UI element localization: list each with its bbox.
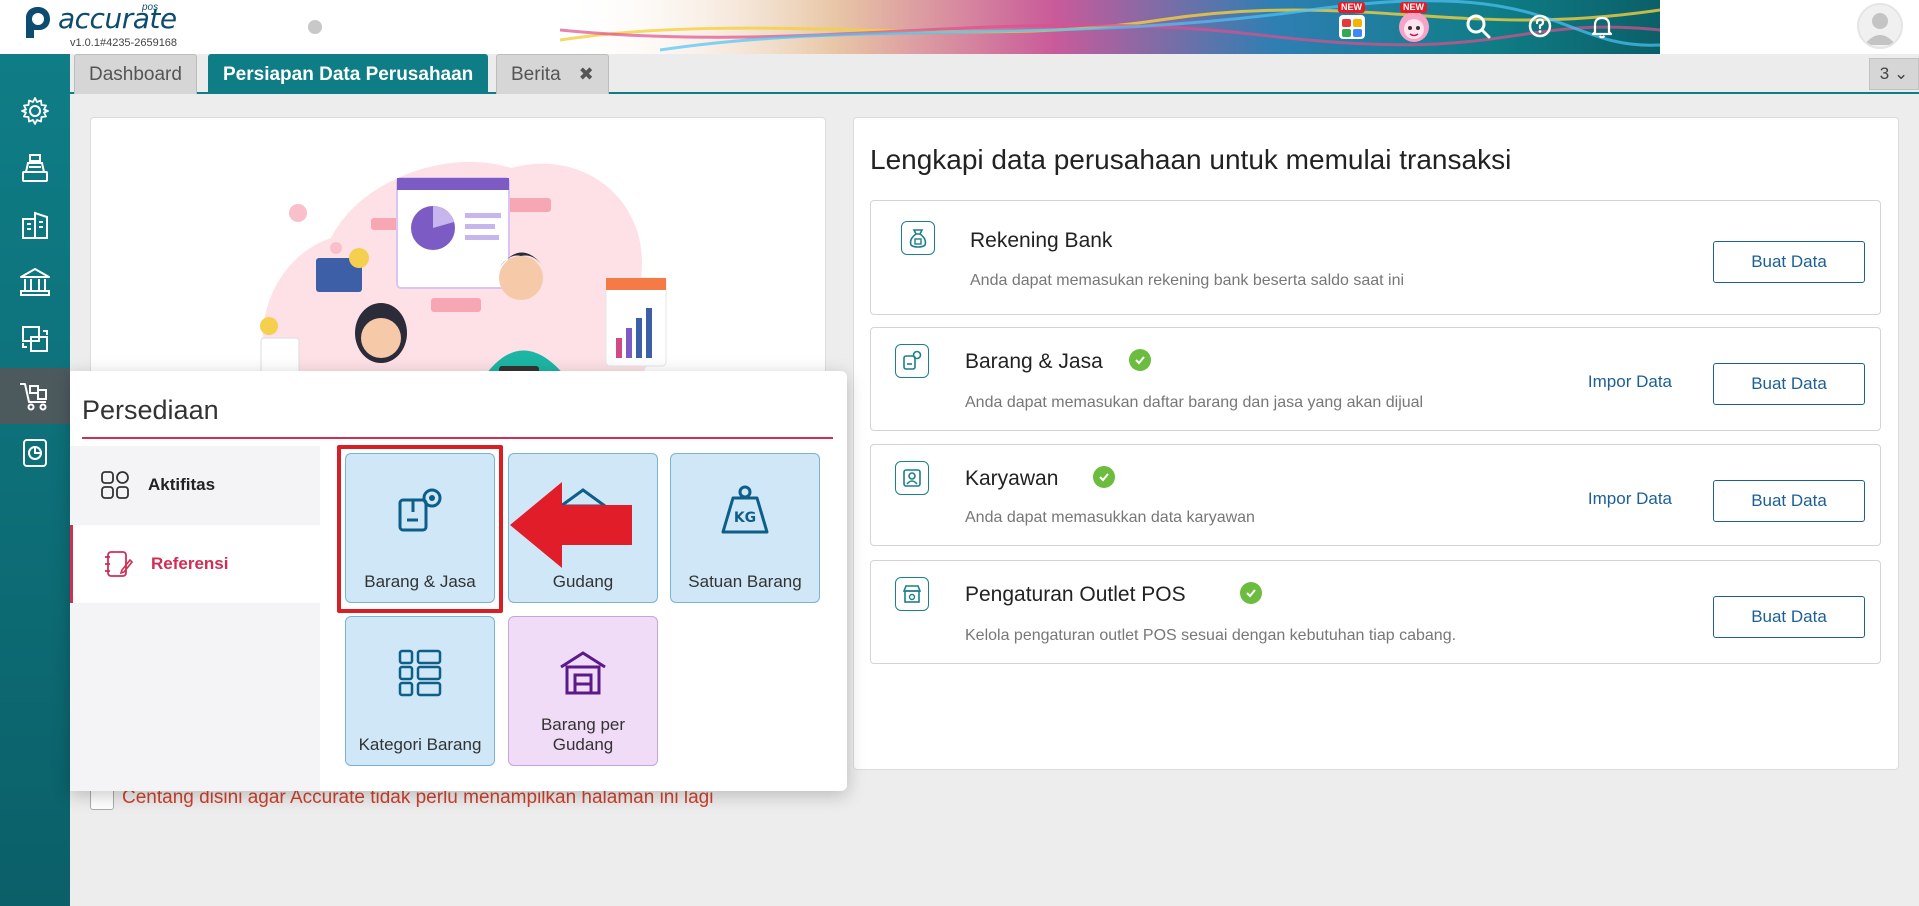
user-name[interactable]: Wangiin.id	[1738, 4, 1835, 28]
tile-label: Satuan Barang	[688, 572, 802, 591]
new-badge: NEW	[1400, 2, 1427, 13]
buat-data-button[interactable]: Buat Data	[1713, 241, 1865, 283]
setup-checklist-card: Lengkapi data perusahaan untuk memulai t…	[853, 117, 1899, 770]
row-title: Pengaturan Outlet POS	[965, 583, 1186, 606]
flyout-category-aktifitas[interactable]: Aktifitas	[70, 446, 320, 524]
avatar-icon	[1864, 13, 1896, 45]
cash-register-icon	[22, 154, 48, 182]
tile-label: Kategori Barang	[358, 735, 482, 754]
row-description: Anda dapat memasukan daftar barang dan j…	[965, 394, 1424, 411]
status-dot	[308, 20, 322, 34]
row-description: Anda dapat memasukkan data karyawan	[965, 509, 1255, 526]
tab-count-dropdown[interactable]: 3 ⌄	[1869, 58, 1919, 90]
accurate-logo-icon	[26, 7, 50, 38]
sidebar-item-transfer[interactable]	[0, 311, 70, 367]
impor-data-link[interactable]: Impor Data	[1588, 489, 1672, 509]
building-icon	[22, 211, 48, 239]
flyout-title: Persediaan	[82, 395, 219, 425]
help-button[interactable]	[1522, 8, 1558, 44]
flyout-category-list: Aktifitas Referensi	[70, 446, 320, 791]
sidebar-item-bank[interactable]	[0, 254, 70, 310]
row-description: Anda dapat memasukan rekening bank beser…	[970, 272, 1405, 289]
highlight-box	[337, 445, 503, 613]
sidebar-item-settings[interactable]	[0, 83, 70, 139]
tile-barang-per-gudang[interactable]: Barang per Gudang	[508, 616, 658, 766]
completed-check-icon	[1093, 466, 1115, 488]
checklist-row-karyawan: Karyawan Anda dapat memasukkan data kary…	[870, 444, 1881, 546]
mascot-button[interactable]: NEW	[1396, 2, 1432, 44]
row-title: Barang & Jasa	[965, 350, 1103, 373]
flyout-category-label: Referensi	[151, 554, 229, 573]
buat-data-button[interactable]: Buat Data	[1713, 363, 1865, 405]
tab-label: Persiapan Data Perusahaan	[223, 63, 474, 85]
product-icon	[895, 344, 929, 378]
tile-label: Gudang	[552, 572, 614, 591]
tab-dashboard[interactable]: Dashboard	[74, 54, 197, 94]
outlet-icon	[895, 577, 929, 611]
logo-text: accurate	[58, 2, 177, 35]
flyout-category-referensi[interactable]: Referensi	[70, 525, 320, 603]
completed-check-icon	[1240, 582, 1262, 604]
tile-satuan-barang[interactable]: KG Satuan Barang	[670, 453, 820, 603]
checklist-row-rekening-bank: Rekening Bank Anda dapat memasukan reken…	[870, 200, 1881, 315]
completed-check-icon	[1129, 349, 1151, 371]
search-icon	[1466, 14, 1491, 39]
tab-label: Dashboard	[89, 63, 182, 85]
grid-icon	[98, 468, 132, 502]
checklist-row-outlet-pos: Pengaturan Outlet POS Kelola pengaturan …	[870, 560, 1881, 664]
flyout-category-label: Aktifitas	[148, 475, 216, 494]
help-icon	[1528, 14, 1552, 38]
checklist-row-barang-jasa: Barang & Jasa Anda dapat memasukan dafta…	[870, 327, 1881, 431]
illustration-image	[260, 161, 667, 398]
flyout-divider	[82, 437, 833, 439]
app-header: accurate pos v1.0.1#4235-2659168 NEW NEW	[0, 0, 1919, 54]
impor-data-link[interactable]: Impor Data	[1588, 372, 1672, 392]
close-icon[interactable]: ✖	[579, 64, 594, 85]
app-version: v1.0.1#4235-2659168	[70, 37, 178, 49]
tab-label: Berita	[511, 63, 561, 85]
mascot-icon	[1399, 12, 1429, 42]
sidebar-item-company[interactable]	[0, 197, 70, 253]
weight-kg-icon: KG	[715, 480, 775, 540]
tab-persiapan-data[interactable]: Persiapan Data Perusahaan	[208, 54, 489, 94]
pointer-arrow-icon	[510, 482, 632, 568]
main-sidebar	[0, 54, 70, 906]
buat-data-button[interactable]: Buat Data	[1713, 596, 1865, 638]
bank-icon	[20, 268, 50, 296]
transfer-icon	[22, 326, 48, 352]
search-button[interactable]	[1460, 8, 1496, 44]
bell-icon	[1591, 16, 1613, 39]
apps-button[interactable]: NEW	[1334, 2, 1370, 44]
row-title: Rekening Bank	[970, 229, 1113, 252]
user-role: Tiara	[1801, 29, 1835, 46]
buat-data-button[interactable]: Buat Data	[1713, 480, 1865, 522]
tab-bar: Dashboard Persiapan Data Perusahaan Beri…	[70, 54, 1919, 94]
report-icon	[23, 439, 47, 467]
row-description: Kelola pengaturan outlet POS sesuai deng…	[965, 627, 1457, 644]
warehouse-stock-icon	[553, 643, 613, 703]
notification-button[interactable]	[1584, 8, 1620, 44]
settings-icon	[21, 97, 49, 125]
money-bag-icon	[901, 221, 935, 255]
sidebar-item-sales[interactable]	[0, 140, 70, 196]
svg-text:KG: KG	[734, 510, 756, 526]
sidebar-item-report[interactable]	[0, 425, 70, 481]
tile-kategori-barang[interactable]: Kategori Barang	[345, 616, 495, 766]
tab-berita[interactable]: Berita ✖	[496, 54, 609, 94]
user-avatar[interactable]	[1857, 3, 1903, 49]
tile-label: Barang per Gudang	[540, 715, 626, 754]
employee-icon	[895, 461, 929, 495]
checklist-title: Lengkapi data perusahaan untuk memulai t…	[870, 144, 1512, 175]
new-badge: NEW	[1338, 2, 1365, 13]
logo-pos-label: pos	[142, 2, 159, 13]
apps-icon	[1339, 15, 1365, 39]
category-list-icon	[390, 643, 450, 703]
row-title: Karyawan	[965, 467, 1059, 490]
sidebar-item-inventory[interactable]	[0, 368, 70, 424]
inventory-icon	[20, 383, 47, 411]
notebook-icon	[101, 547, 135, 581]
